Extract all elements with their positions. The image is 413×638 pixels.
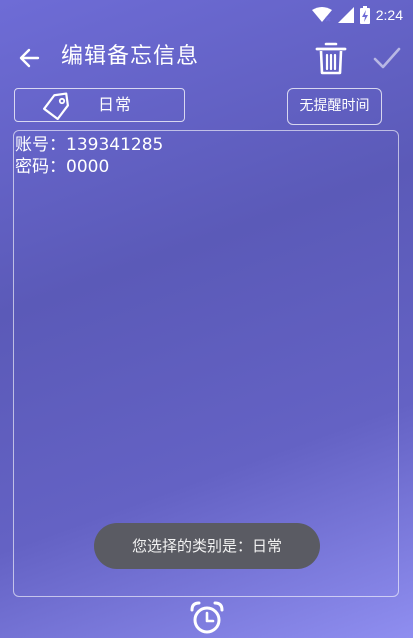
status-icons: 2:24	[311, 5, 403, 25]
signal-icon	[337, 7, 354, 23]
wifi-icon	[311, 7, 332, 22]
reminder-time-button[interactable]: 无提醒时间	[287, 88, 382, 125]
status-bar: 2:24	[0, 0, 413, 30]
alarm-clock-icon	[190, 601, 224, 634]
memo-line-account: 账号：139341285	[15, 135, 164, 155]
confirm-button[interactable]	[371, 44, 403, 72]
back-arrow-icon	[19, 48, 40, 68]
memo-line-password: 密码：0000	[15, 157, 110, 177]
battery-charging-icon	[359, 6, 370, 24]
alarm-button[interactable]	[188, 600, 226, 636]
trash-icon	[315, 42, 347, 75]
back-button[interactable]	[16, 44, 44, 72]
check-icon	[373, 47, 401, 69]
tag-icon	[43, 92, 69, 120]
category-button[interactable]: 日常	[14, 88, 185, 122]
page-title: 编辑备忘信息	[61, 44, 200, 69]
status-time: 2:24	[375, 7, 403, 23]
delete-button[interactable]	[314, 40, 348, 76]
toast-message: 您选择的类别是：日常	[94, 523, 320, 569]
app-bar: 编辑备忘信息	[0, 30, 413, 86]
category-label: 日常	[98, 95, 133, 114]
